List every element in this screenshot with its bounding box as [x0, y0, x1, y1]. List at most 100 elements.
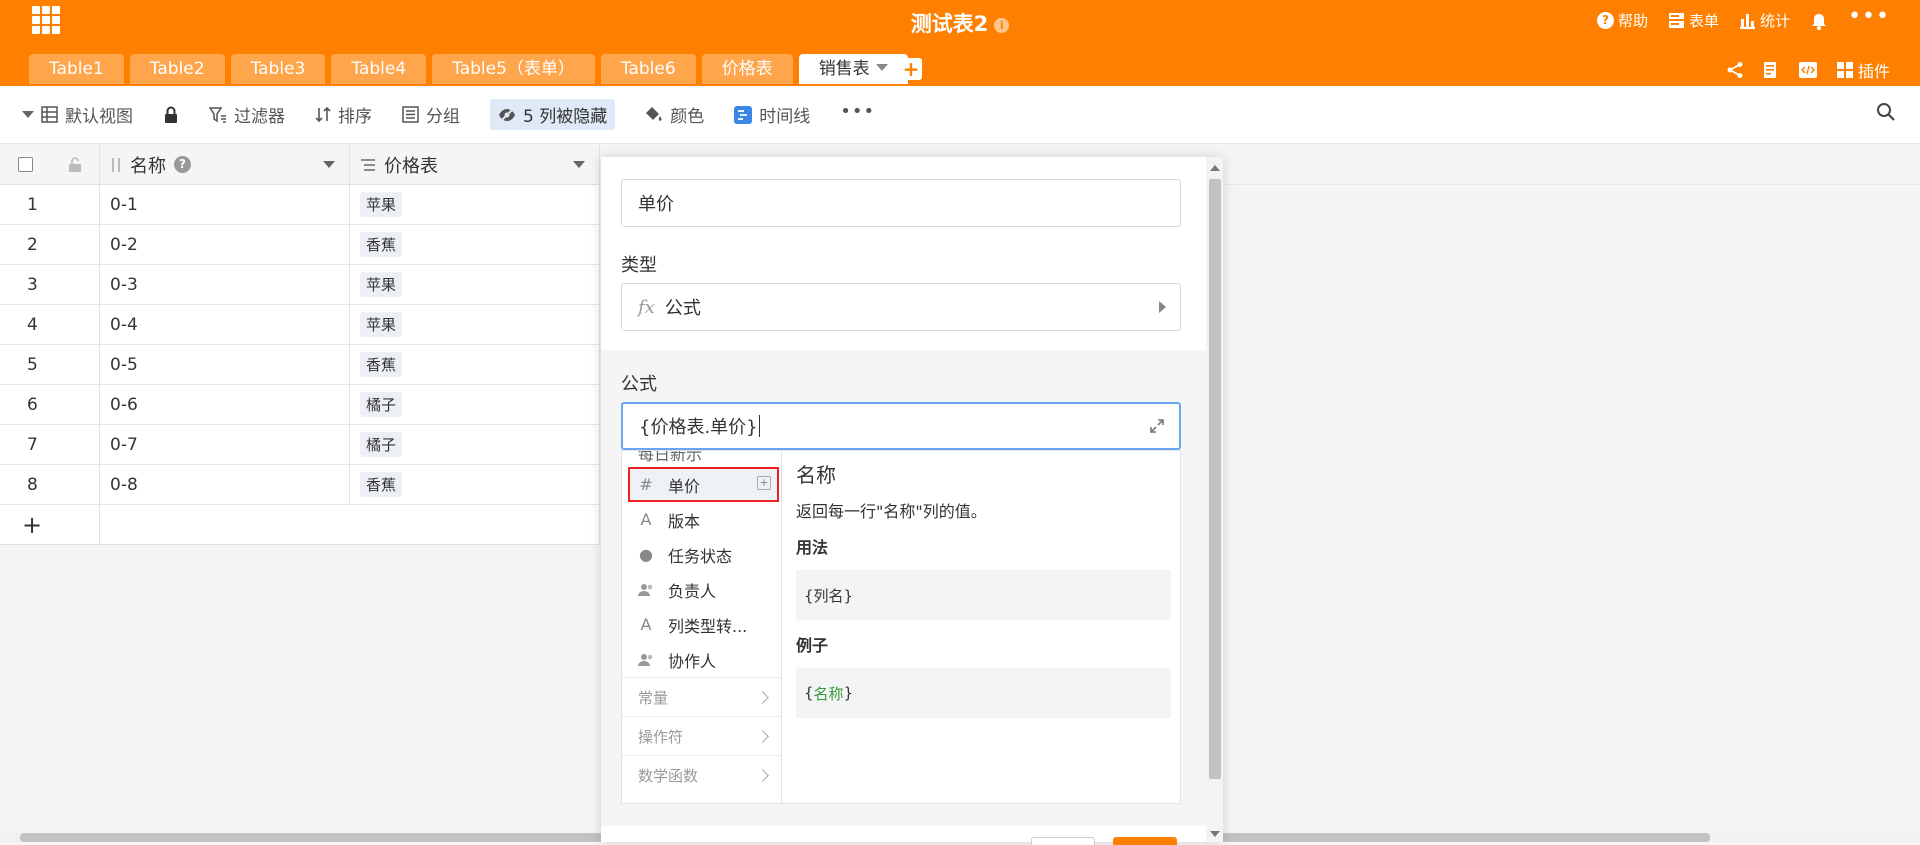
tab-table1[interactable]: Table1: [29, 54, 124, 84]
color-button[interactable]: 颜色: [645, 102, 704, 127]
formula-input[interactable]: {价格表.单价}: [621, 402, 1181, 450]
add-table-button[interactable]: +: [900, 58, 922, 80]
api-button[interactable]: [1798, 61, 1818, 79]
category-label: 操作符: [638, 727, 684, 746]
timeline-button[interactable]: 时间线: [734, 102, 810, 127]
link-pill[interactable]: 苹果: [360, 192, 403, 217]
unlock-icon[interactable]: [68, 156, 82, 173]
tab-table5[interactable]: Table5（表单）: [432, 54, 595, 84]
cell-name[interactable]: 0-5: [100, 345, 350, 384]
share-button[interactable]: [1726, 61, 1744, 79]
link-pill[interactable]: 苹果: [360, 312, 403, 337]
more-dots-icon: •••: [1848, 4, 1890, 29]
column-name-label: 名称: [130, 155, 166, 177]
cell-name[interactable]: 0-3: [100, 265, 350, 304]
table-row[interactable]: 7 0-7 橘子: [0, 425, 600, 465]
column-name-input[interactable]: 单价: [621, 179, 1181, 227]
search-button[interactable]: [1876, 102, 1896, 127]
view-switcher[interactable]: 默认视图: [22, 102, 133, 127]
chevron-down-icon[interactable]: [875, 64, 888, 71]
cell-name[interactable]: 0-7: [100, 425, 350, 464]
cell-name[interactable]: 0-1: [100, 185, 350, 224]
cell-price[interactable]: 香蕉: [350, 225, 600, 264]
table-row[interactable]: 3 0-3 苹果: [0, 265, 600, 305]
cell-price[interactable]: 苹果: [350, 265, 600, 304]
cell-name[interactable]: 0-8: [100, 465, 350, 504]
plugins-button[interactable]: 插件: [1836, 58, 1890, 82]
stats-button[interactable]: 统计: [1739, 10, 1790, 31]
category-operators[interactable]: 操作符: [622, 716, 781, 755]
cell-name[interactable]: 0-2: [100, 225, 350, 264]
cell-price[interactable]: 苹果: [350, 185, 600, 224]
cell-name[interactable]: 0-4: [100, 305, 350, 344]
table-row[interactable]: 2 0-2 香蕉: [0, 225, 600, 265]
plus-icon: +: [902, 57, 920, 81]
example-code: {名称}: [796, 668, 1171, 718]
help-button[interactable]: ? 帮助: [1597, 10, 1648, 31]
tab-table3[interactable]: Table3: [230, 54, 326, 84]
import-button[interactable]: [1762, 61, 1780, 79]
tab-table2[interactable]: Table2: [129, 54, 225, 84]
panel-scrollbar[interactable]: [1206, 157, 1223, 842]
hidden-columns-button[interactable]: 5 列被隐藏: [490, 99, 616, 130]
link-pill[interactable]: 香蕉: [360, 472, 403, 497]
column-header-name[interactable]: 名称 ?: [100, 145, 350, 184]
column-type-select[interactable]: fx 公式: [621, 283, 1181, 331]
select-all-checkbox[interactable]: [17, 157, 33, 172]
apps-grid-icon[interactable]: [32, 6, 60, 34]
list-item-owner[interactable]: 负责人: [622, 572, 781, 607]
cell-name[interactable]: 0-6: [100, 385, 350, 424]
cell-price[interactable]: 橘子: [350, 425, 600, 464]
group-button[interactable]: 分组: [402, 102, 460, 127]
cell-price[interactable]: 香蕉: [350, 345, 600, 384]
table-row[interactable]: 4 0-4 苹果: [0, 305, 600, 345]
category-math-functions[interactable]: 数学函数: [622, 755, 781, 794]
info-icon[interactable]: i: [994, 18, 1010, 33]
scroll-down-icon[interactable]: [1210, 831, 1220, 837]
submit-button[interactable]: [1113, 837, 1177, 845]
scroll-up-icon[interactable]: [1210, 165, 1220, 171]
table-row[interactable]: 8 0-8 香蕉: [0, 465, 600, 505]
tab-sales-table[interactable]: 销售表: [798, 54, 908, 84]
base-title[interactable]: 测试表2: [911, 12, 989, 36]
list-item-type-convert[interactable]: A 列类型转...: [622, 607, 781, 642]
column-header-price[interactable]: 价格表: [350, 145, 600, 184]
tab-table6[interactable]: Table6: [600, 54, 696, 84]
list-item-task-status[interactable]: ● 任务状态: [622, 537, 781, 572]
question-icon[interactable]: ?: [174, 156, 191, 173]
link-pill[interactable]: 橘子: [360, 432, 403, 457]
cancel-button[interactable]: [1031, 837, 1095, 845]
scrollbar-thumb[interactable]: [1209, 179, 1221, 779]
cell-price[interactable]: 橘子: [350, 385, 600, 424]
expand-icon[interactable]: [1149, 418, 1165, 434]
list-item-collaborator[interactable]: 协作人: [622, 642, 781, 677]
add-row[interactable]: +: [0, 505, 600, 545]
form-button[interactable]: 表单: [1668, 10, 1719, 31]
notifications-button[interactable]: [1810, 12, 1828, 30]
category-label: 常量: [638, 688, 669, 707]
tab-table4[interactable]: Table4: [331, 54, 427, 84]
table-row[interactable]: 5 0-5 香蕉: [0, 345, 600, 385]
toolbar-more-button[interactable]: •••: [840, 101, 875, 122]
tab-price-table[interactable]: 价格表: [701, 54, 793, 84]
list-item-version[interactable]: A 版本: [622, 502, 781, 537]
cell-price[interactable]: 苹果: [350, 305, 600, 344]
column-menu-icon[interactable]: [323, 161, 335, 168]
link-pill[interactable]: 香蕉: [360, 352, 403, 377]
link-pill[interactable]: 苹果: [360, 272, 403, 297]
link-pill[interactable]: 香蕉: [360, 232, 403, 257]
add-row-button[interactable]: +: [0, 505, 100, 544]
column-menu-icon[interactable]: [573, 161, 585, 168]
list-item[interactable]: 每日新示: [622, 451, 781, 467]
filter-button[interactable]: 过滤器: [209, 102, 285, 127]
link-pill[interactable]: 橘子: [360, 392, 403, 417]
category-constants[interactable]: 常量: [622, 677, 781, 716]
table-row[interactable]: 1 0-1 苹果: [0, 185, 600, 225]
cell-price[interactable]: 香蕉: [350, 465, 600, 504]
table-row[interactable]: 6 0-6 橘子: [0, 385, 600, 425]
lock-button[interactable]: [163, 106, 179, 124]
more-menu-button[interactable]: •••: [1848, 4, 1890, 29]
list-item-unit-price[interactable]: # 单价 +: [628, 467, 779, 502]
insert-icon[interactable]: +: [757, 476, 771, 490]
sort-button[interactable]: 排序: [315, 102, 372, 127]
